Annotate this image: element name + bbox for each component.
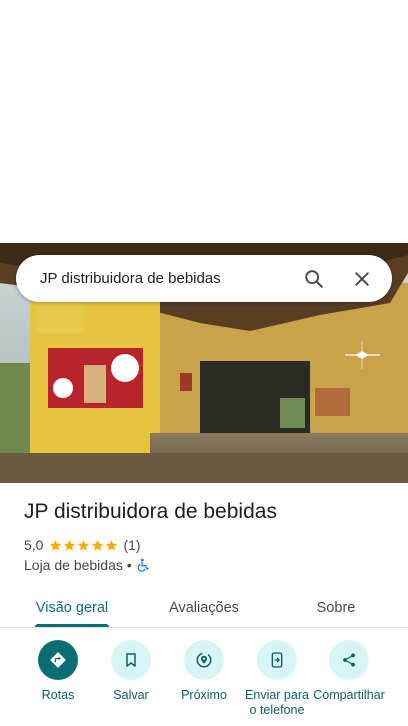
star-icon xyxy=(78,539,90,551)
bookmark-icon xyxy=(126,653,136,667)
rating-row[interactable]: 5,0 (1) xyxy=(24,536,141,554)
rating-stars xyxy=(49,539,119,552)
send-to-phone-icon xyxy=(271,652,283,668)
map-blank-area xyxy=(0,0,408,243)
separator-dot: • xyxy=(126,557,132,573)
tab-about[interactable]: Sobre xyxy=(296,588,376,628)
search-button[interactable] xyxy=(290,255,338,302)
star-icon xyxy=(64,539,76,551)
action-buttons: Rotas Salvar Próximo Enviar para o telef… xyxy=(0,640,408,726)
rating-value: 5,0 xyxy=(24,537,44,553)
tab-bar: Visão geral Avaliações Sobre xyxy=(0,588,408,628)
share-label: Compartilhar xyxy=(313,688,385,702)
send-to-phone-button[interactable]: Enviar para o telefone xyxy=(241,640,313,718)
directions-button[interactable]: Rotas xyxy=(22,640,94,703)
directions-label: Rotas xyxy=(41,688,75,702)
share-button[interactable]: Compartilhar xyxy=(313,640,385,703)
wheelchair-accessible-icon xyxy=(137,558,149,572)
star-icon xyxy=(106,539,118,551)
send-to-phone-label: Enviar para o telefone xyxy=(245,688,309,717)
close-button[interactable] xyxy=(338,255,386,302)
active-tab-indicator xyxy=(35,624,109,627)
star-icon xyxy=(92,539,104,551)
category-row: Loja de bebidas • xyxy=(24,556,150,574)
nearby-label: Próximo xyxy=(181,688,227,702)
nearby-icon xyxy=(196,652,212,668)
reviews-count: (1) xyxy=(123,537,141,553)
star-icon xyxy=(50,539,62,551)
nearby-button[interactable]: Próximo xyxy=(168,640,240,703)
share-icon xyxy=(343,653,355,667)
search-query-text[interactable]: JP distribuidora de bebidas xyxy=(16,270,290,287)
close-icon xyxy=(355,271,369,286)
save-button[interactable]: Salvar xyxy=(95,640,167,703)
tab-overview[interactable]: Visão geral xyxy=(20,588,124,628)
tab-reviews[interactable]: Avaliações xyxy=(150,588,258,628)
search-bar[interactable]: JP distribuidora de bebidas xyxy=(16,255,392,302)
place-name: JP distribuidora de bebidas xyxy=(24,500,277,523)
search-icon xyxy=(305,269,323,288)
directions-icon xyxy=(50,652,66,668)
save-label: Salvar xyxy=(113,688,149,702)
place-category: Loja de bebidas xyxy=(24,557,123,573)
